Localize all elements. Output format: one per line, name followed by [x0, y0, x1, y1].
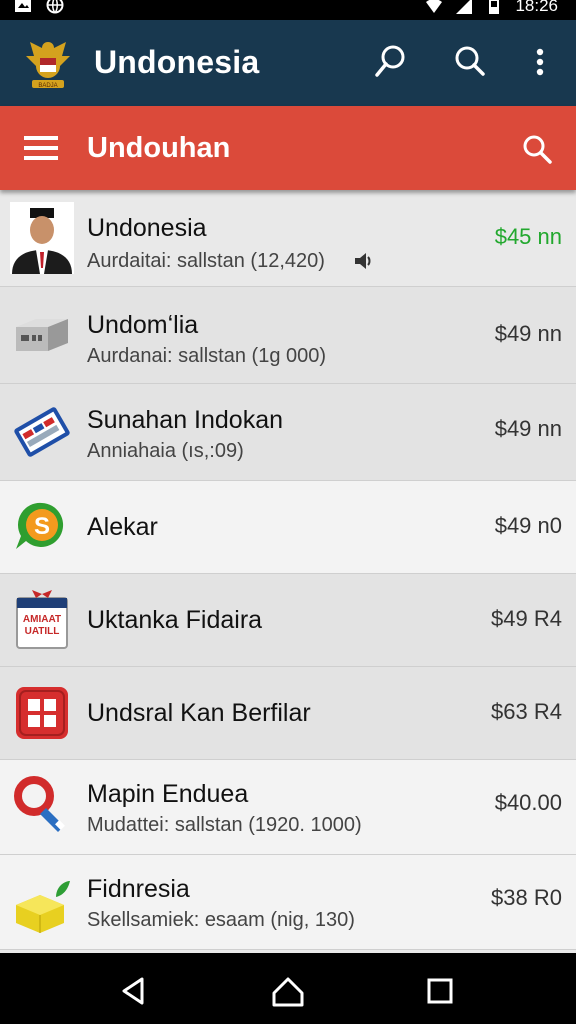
- item-name: Undsral Kan Berfilar: [87, 699, 311, 727]
- item-subtitle: Mudattei: sallstan (1920. 1000): [87, 814, 362, 836]
- item-name: Uktanka Fidaira: [87, 606, 263, 634]
- clock: 18:26: [515, 0, 558, 15]
- item-list: Undonesia Aurdaitai: sallstan (12,420) $…: [0, 190, 576, 950]
- item-subtitle: Anniahaia (ıs,:09): [87, 440, 244, 462]
- item-subtitle: Aurdaitai: sallstan (12,420): [87, 250, 325, 272]
- item-price: $40.00: [494, 790, 562, 815]
- hamburger-menu-icon[interactable]: [24, 134, 58, 162]
- item-name: Fidnresia: [87, 875, 190, 903]
- item-price: $49 nn: [494, 416, 562, 441]
- signal-icon: [456, 0, 473, 14]
- item-name: Undomʻlia: [87, 311, 199, 339]
- list-item[interactable]: S Alekar $49 n0: [0, 481, 576, 574]
- search-icon[interactable]: [450, 42, 490, 82]
- butter-leaf-icon: [10, 869, 74, 941]
- image-notification-icon: [15, 0, 31, 12]
- globe-icon: [46, 0, 64, 14]
- magnifier-tag-icon: [10, 770, 74, 842]
- item-price: $49 n0: [494, 513, 562, 538]
- list-item[interactable]: Undomʻlia Aurdanai: sallstan (1g 000) $4…: [0, 287, 576, 384]
- gift-calendar-icon: AMIAAT UATILL: [10, 584, 74, 656]
- list-item[interactable]: AMIAAT UATILL Uktanka Fidaira $49 R4: [0, 574, 576, 667]
- item-name: Sunahan Indokan: [87, 406, 284, 434]
- list-item[interactable]: Sunahan Indokan Anniahaia (ıs,:09) $49 n…: [0, 384, 576, 481]
- garuda-logo: BADJA: [26, 42, 70, 89]
- item-subtitle: Aurdanai: sallstan (1g 000): [87, 345, 327, 367]
- app-bar: BADJA Undonesia: [0, 20, 576, 106]
- list-item[interactable]: Undsral Kan Berfilar $63 R4: [0, 667, 576, 760]
- back-icon[interactable]: [116, 973, 152, 1009]
- overflow-menu-icon[interactable]: [520, 42, 560, 82]
- item-subtitle: Skellsamiek: esaam (nig, 130): [87, 909, 355, 931]
- grid-app-icon: [10, 677, 74, 749]
- item-price: $38 R0: [491, 885, 562, 910]
- item-price: $49 nn: [494, 321, 562, 346]
- list-item[interactable]: Mapin Enduea Mudattei: sallstan (1920. 1…: [0, 760, 576, 855]
- svg-text:UATILL: UATILL: [25, 626, 60, 637]
- battery-icon: [489, 0, 500, 14]
- person-portrait-icon: [10, 202, 74, 274]
- section-toolbar: Undouhan: [0, 106, 576, 190]
- svg-text:AMIAAT: AMIAAT: [23, 614, 61, 625]
- item-name: Alekar: [87, 513, 158, 541]
- router-device-icon: [10, 299, 74, 371]
- dollar-chat-icon: S: [10, 491, 74, 563]
- item-price: $49 R4: [491, 606, 562, 631]
- section-title: Undouhan: [87, 132, 231, 164]
- search-alt-icon[interactable]: [370, 42, 410, 82]
- item-price: $45 nn: [494, 224, 562, 249]
- status-bar: 18:26: [0, 0, 576, 20]
- calendar-card-icon: [10, 396, 74, 468]
- svg-text:S: S: [34, 513, 50, 540]
- recents-icon[interactable]: [422, 973, 458, 1009]
- list-item[interactable]: Fidnresia Skellsamiek: esaam (nig, 130) …: [0, 855, 576, 950]
- logo-text: BADJA: [38, 83, 57, 89]
- item-name: Mapin Enduea: [87, 780, 249, 808]
- toolbar-search-icon[interactable]: [520, 132, 554, 166]
- item-name: Undonesia: [87, 214, 207, 242]
- wifi-icon: [426, 0, 443, 13]
- app-title: Undonesia: [94, 44, 260, 80]
- system-nav-bar: [0, 953, 576, 1024]
- list-item[interactable]: Undonesia Aurdaitai: sallstan (12,420) $…: [0, 190, 576, 287]
- home-icon[interactable]: [270, 973, 306, 1009]
- speaker-icon: [355, 253, 371, 269]
- item-price: $63 R4: [491, 699, 562, 724]
